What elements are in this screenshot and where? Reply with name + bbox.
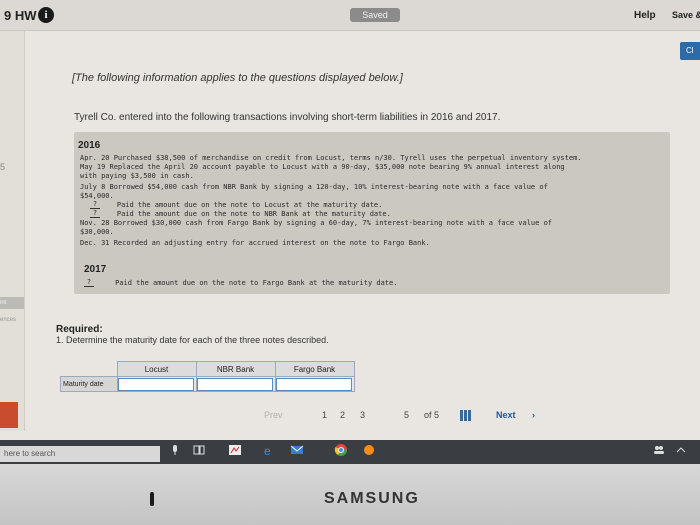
maturity-table: Locust NBR Bank Fargo Bank Maturity date (60, 361, 355, 392)
assignment-title: 9 HW (4, 8, 37, 23)
people-icon[interactable] (652, 443, 666, 457)
intro-text: [The following information applies to th… (72, 72, 403, 84)
samsung-logo: SAMSUNG (324, 490, 420, 507)
pagination: Prev 1 2 3 5 of 5 Next › (264, 408, 554, 424)
page-link[interactable]: 2 (340, 410, 345, 420)
question-number: 5 (0, 162, 6, 172)
chrome-icon[interactable] (334, 443, 348, 457)
screen: 9 HW i Saved Help Save & Cl 5 int ences … (0, 0, 700, 448)
top-bar: 9 HW i Saved Help Save & (0, 0, 700, 31)
transaction-line: Dec. 31 Recorded an adjusting entry for … (80, 239, 430, 247)
check-my-work-button[interactable]: Cl (680, 42, 700, 60)
transaction-line: May 19 Replaced the April 20 account pay… (80, 163, 565, 171)
taskbar-search-input[interactable]: here to search (0, 446, 160, 462)
page-link-current[interactable]: 3 (360, 410, 365, 420)
edge-icon[interactable]: e (262, 443, 276, 457)
column-header-locust: Locust (116, 361, 197, 377)
transaction-line: ? Paid the amount due on the note to NBR… (90, 209, 391, 218)
bezel-light (150, 492, 154, 506)
transaction-line: July 8 Borrowed $54,000 cash from NBR Ba… (80, 183, 548, 191)
cell-locust (116, 376, 197, 392)
save-exit-link[interactable]: Save & (672, 10, 700, 20)
nbr-bank-maturity-input[interactable] (196, 377, 273, 391)
next-button[interactable]: Next (496, 410, 516, 420)
help-link[interactable]: Help (634, 10, 656, 21)
year-2016: 2016 (78, 140, 101, 151)
lead-text: Tyrell Co. entered into the following tr… (74, 112, 501, 123)
page-count: of 5 (424, 410, 440, 420)
transaction-line: with paying $3,500 in cash. (80, 172, 194, 180)
fargo-bank-maturity-input[interactable] (275, 377, 352, 391)
column-header-fargo-bank: Fargo Bank (274, 361, 355, 377)
cell-fargo-bank (274, 376, 355, 392)
chevron-up-icon[interactable] (674, 443, 688, 457)
grid-icon[interactable] (460, 410, 472, 421)
print-tab[interactable]: int (0, 297, 24, 309)
prev-button[interactable]: Prev (264, 410, 283, 420)
app-icon[interactable] (228, 443, 242, 457)
required-title: Required: (56, 324, 103, 335)
year-2017: 2017 (84, 264, 107, 275)
transaction-line: ? Paid the amount due on the note to Loc… (90, 200, 382, 209)
date-blank: ? (90, 200, 100, 209)
transaction-line: Apr. 20 Purchased $38,500 of merchandise… (80, 154, 582, 162)
date-blank: ? (84, 278, 94, 287)
mic-icon[interactable] (168, 443, 182, 457)
svg-text:e: e (264, 444, 271, 457)
saved-status-badge: Saved (350, 8, 400, 22)
required-question: 1. Determine the maturity date for each … (56, 335, 329, 345)
info-icon[interactable]: i (38, 7, 54, 23)
transactions-box: 2016 Apr. 20 Purchased $38,500 of mercha… (74, 132, 670, 294)
transaction-line: ? Paid the amount due on the note to Far… (84, 278, 397, 287)
task-view-icon[interactable] (192, 443, 206, 457)
locust-maturity-input[interactable] (117, 377, 194, 391)
transaction-line: Nov. 28 Borrowed $30,000 cash from Fargo… (80, 219, 553, 227)
date-blank: ? (90, 209, 100, 218)
references-tab[interactable]: ences (0, 317, 16, 323)
red-flag-marker (0, 402, 18, 428)
table-corner (61, 362, 118, 377)
row-label-maturity-date: Maturity date (60, 376, 118, 392)
transaction-line: $30,000. (80, 228, 114, 236)
page-link[interactable]: 5 (404, 410, 409, 420)
page-link[interactable]: 1 (322, 410, 327, 420)
chevron-right-icon[interactable]: › (532, 410, 535, 420)
mail-icon[interactable] (290, 443, 304, 457)
cell-nbr-bank (195, 376, 276, 392)
transaction-line: $54,000. (80, 192, 114, 200)
left-sidebar: 5 int ences (0, 31, 25, 431)
column-header-nbr-bank: NBR Bank (195, 361, 276, 377)
app-icon[interactable] (362, 443, 376, 457)
